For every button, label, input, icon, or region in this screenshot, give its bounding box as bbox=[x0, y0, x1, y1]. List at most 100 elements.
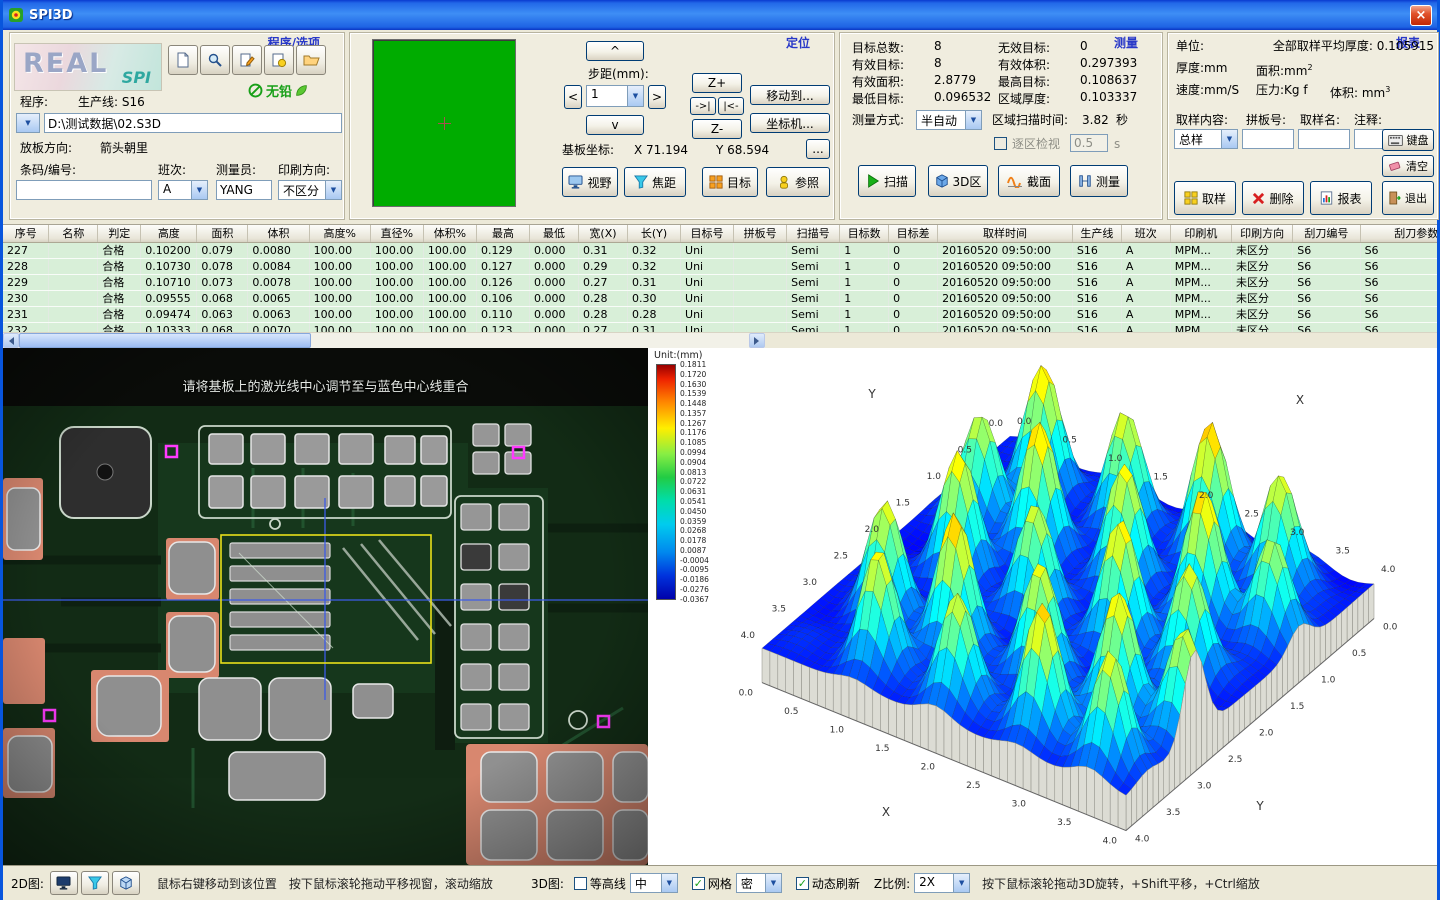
column-header[interactable]: 高度% bbox=[309, 225, 370, 242]
column-header[interactable]: 刮刀参数 bbox=[1360, 225, 1437, 242]
search-button[interactable] bbox=[200, 45, 230, 75]
scroll-left-button[interactable] bbox=[3, 333, 19, 348]
column-header[interactable]: 刮刀编号 bbox=[1293, 225, 1360, 242]
scan-button[interactable]: 扫描 bbox=[858, 165, 916, 197]
more-button[interactable]: ... bbox=[806, 139, 830, 159]
contour-level-select[interactable]: 中 ▼ bbox=[630, 873, 678, 893]
column-header[interactable]: 扫描号 bbox=[787, 225, 840, 242]
coordinate-machine-button[interactable]: 坐标机... bbox=[750, 113, 830, 133]
volume-unit-sup: 3 bbox=[1385, 85, 1390, 94]
column-header[interactable]: 生产线 bbox=[1072, 225, 1121, 242]
results-table[interactable]: 序号名称判定高度面积体积高度%直径%体积%最高最低宽(X)长(Y)目标号拼板号扫… bbox=[3, 225, 1437, 332]
move-to-button[interactable]: 移动到... bbox=[750, 85, 830, 105]
zone-inspect-checkbox[interactable] bbox=[994, 137, 1007, 150]
shift-select[interactable]: A ▼ bbox=[158, 180, 208, 200]
table-cell: 0.063 bbox=[197, 306, 248, 322]
table-cell: 0.32 bbox=[627, 242, 680, 258]
view-2d-button[interactable] bbox=[50, 871, 78, 895]
sample-content-select[interactable]: 总样 ▼ bbox=[1174, 129, 1238, 149]
close-button[interactable]: × bbox=[1410, 5, 1432, 26]
focus-button[interactable]: 焦距 bbox=[624, 167, 686, 197]
new-file-button[interactable] bbox=[168, 45, 198, 75]
column-header[interactable]: 取样时间 bbox=[938, 225, 1073, 242]
column-header[interactable]: 名称 bbox=[49, 225, 98, 242]
column-header[interactable]: 体积 bbox=[248, 225, 309, 242]
column-header[interactable]: 面积 bbox=[197, 225, 248, 242]
table-row[interactable]: 232合格0.103330.0680.0070100.00100.00100.0… bbox=[3, 322, 1437, 332]
table-cell: 0 bbox=[889, 274, 938, 290]
dynamic-refresh-checkbox[interactable]: ✓ bbox=[796, 877, 809, 890]
column-header[interactable]: 拼板号 bbox=[734, 225, 787, 242]
column-header[interactable]: 高度 bbox=[141, 225, 197, 242]
exit-button[interactable]: 退出 bbox=[1382, 181, 1434, 215]
column-header[interactable]: 最高 bbox=[476, 225, 529, 242]
grid-checkbox[interactable]: ✓ bbox=[692, 877, 705, 890]
step-prev-button[interactable]: |<- bbox=[718, 97, 744, 115]
target-button[interactable]: 目标 bbox=[702, 167, 758, 197]
column-header[interactable]: 印刷机 bbox=[1170, 225, 1231, 242]
measure-button[interactable]: 测量 bbox=[1070, 165, 1128, 197]
column-header[interactable]: 判定 bbox=[98, 225, 141, 242]
field-of-view-button[interactable]: 视野 bbox=[562, 167, 618, 197]
pcb-camera-image[interactable] bbox=[3, 348, 648, 865]
step-next-button[interactable]: ->| bbox=[690, 97, 716, 115]
column-header[interactable]: 最低 bbox=[530, 225, 579, 242]
jog-left-button[interactable]: < bbox=[564, 85, 582, 109]
clear-button[interactable]: 清空 bbox=[1382, 155, 1434, 177]
reference-button[interactable]: 参照 bbox=[766, 167, 830, 197]
jog-up-button[interactable]: ^ bbox=[586, 41, 644, 61]
stat-value: 0.103337 bbox=[1080, 90, 1137, 104]
column-header[interactable]: 宽(X) bbox=[578, 225, 627, 242]
view-3d-button[interactable]: 3D区 bbox=[928, 165, 988, 197]
focus-2d-button[interactable] bbox=[81, 871, 109, 895]
z-minus-button[interactable]: Z- bbox=[692, 119, 742, 139]
column-header[interactable]: 体积% bbox=[423, 225, 476, 242]
sample-button[interactable]: 取样 bbox=[1174, 181, 1236, 215]
z-plus-button[interactable]: Z+ bbox=[692, 73, 742, 93]
horizontal-scrollbar[interactable] bbox=[3, 332, 765, 348]
scroll-right-button[interactable] bbox=[749, 333, 765, 348]
table-row[interactable]: 229合格0.107100.0730.0078100.00100.00100.0… bbox=[3, 274, 1437, 290]
open-program-button[interactable] bbox=[296, 45, 326, 75]
box-3d-button[interactable] bbox=[112, 871, 140, 895]
keyboard-button[interactable]: 键盘 bbox=[1382, 129, 1434, 151]
contour-checkbox[interactable] bbox=[574, 877, 587, 890]
zone-inspect-input[interactable] bbox=[1070, 134, 1108, 152]
table-row[interactable]: 227合格0.102000.0790.0080100.00100.00100.0… bbox=[3, 242, 1437, 258]
program-path-input[interactable] bbox=[44, 113, 342, 133]
scrollbar-thumb[interactable] bbox=[19, 333, 311, 348]
cross-section-button[interactable]: 截面 bbox=[998, 165, 1060, 197]
barcode-input[interactable] bbox=[16, 180, 152, 200]
measure-method-select[interactable]: 半自动 ▼ bbox=[916, 110, 982, 130]
report-button[interactable]: 报表 bbox=[1310, 181, 1372, 215]
surface-3d-view[interactable]: 0.00.00.00.00.50.50.50.51.01.01.01.01.51… bbox=[648, 348, 1437, 865]
table-row[interactable]: 228合格0.107300.0780.0084100.00100.00100.0… bbox=[3, 258, 1437, 274]
jog-down-button[interactable]: v bbox=[586, 115, 644, 135]
camera-preview[interactable] bbox=[372, 39, 516, 207]
zscale-select[interactable]: 2X ▼ bbox=[914, 873, 970, 893]
verify-program-button[interactable] bbox=[264, 45, 294, 75]
camera-2d-view[interactable]: 请将基板上的激光线中心调节至与蓝色中心线重合 bbox=[3, 348, 648, 865]
column-header[interactable]: 印刷方向 bbox=[1232, 225, 1293, 242]
column-header[interactable]: 序号 bbox=[3, 225, 49, 242]
grid-density-select[interactable]: 密 ▼ bbox=[736, 873, 782, 893]
column-header[interactable]: 目标差 bbox=[889, 225, 938, 242]
table-row[interactable]: 230合格0.095550.0680.0065100.00100.00100.0… bbox=[3, 290, 1437, 306]
scrollbar-track[interactable] bbox=[311, 333, 749, 348]
print-direction-select[interactable]: 不区分 ▼ bbox=[278, 180, 342, 200]
column-header[interactable]: 直径% bbox=[370, 225, 423, 242]
panel-number-input[interactable] bbox=[1242, 129, 1294, 149]
surface-3d-plot[interactable]: 0.00.00.00.00.50.50.50.51.01.01.01.01.51… bbox=[648, 348, 1437, 865]
sample-name-input[interactable] bbox=[1298, 129, 1350, 149]
delete-button[interactable]: 删除 bbox=[1242, 181, 1304, 215]
program-history-select[interactable]: ▼ bbox=[16, 113, 40, 133]
table-row[interactable]: 231合格0.094740.0630.0063100.00100.00100.0… bbox=[3, 306, 1437, 322]
column-header[interactable]: 目标数 bbox=[840, 225, 889, 242]
step-select[interactable]: 1 ▼ bbox=[586, 85, 644, 107]
operator-input[interactable] bbox=[216, 180, 272, 200]
edit-program-button[interactable] bbox=[232, 45, 262, 75]
column-header[interactable]: 长(Y) bbox=[627, 225, 680, 242]
column-header[interactable]: 班次 bbox=[1121, 225, 1170, 242]
column-header[interactable]: 目标号 bbox=[681, 225, 734, 242]
jog-right-button[interactable]: > bbox=[648, 85, 666, 109]
